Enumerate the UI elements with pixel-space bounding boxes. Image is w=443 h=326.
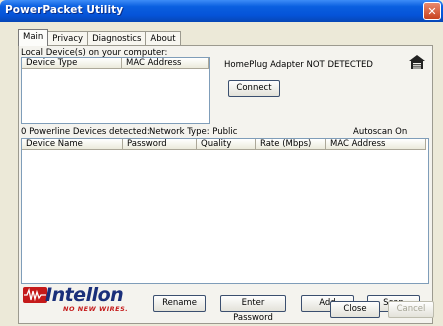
local-devices-header: Device Type MAC Address: [22, 58, 209, 69]
tab-diagnostics[interactable]: Diagnostics: [87, 31, 147, 46]
main-panel: Local Device(s) on your computer: Device…: [18, 45, 433, 324]
autoscan-status: Autoscan On: [353, 127, 408, 137]
window-title: PowerPacket Utility: [5, 4, 124, 16]
column-device-name[interactable]: Device Name: [22, 139, 123, 150]
logo-tagline: NO NEW WIRES.: [63, 305, 129, 313]
network-type: Network Type: Public: [149, 127, 238, 137]
adapter-status: HomePlug Adapter NOT DETECTED: [224, 60, 373, 70]
column-mac-address-2[interactable]: MAC Address: [326, 139, 426, 150]
window-body: Main Privacy Diagnostics About Local Dev…: [4, 22, 439, 325]
close-icon[interactable]: ✕: [423, 2, 441, 20]
logo-brand: Intellon: [45, 284, 124, 306]
intellon-logo: Intellon NO NEW WIRES.: [23, 284, 133, 315]
column-device-type[interactable]: Device Type: [22, 58, 122, 69]
powerline-devices-header: Device Name Password Quality Rate (Mbps)…: [22, 139, 426, 150]
enter-password-button[interactable]: Enter Password: [220, 295, 286, 323]
column-quality[interactable]: Quality: [197, 139, 256, 150]
house-network-icon: [409, 55, 425, 69]
close-button[interactable]: Close: [330, 301, 380, 318]
logo-waveform-icon: [23, 287, 47, 303]
tab-about[interactable]: About: [145, 31, 181, 46]
column-password[interactable]: Password: [123, 139, 197, 150]
tab-strip: Main Privacy Diagnostics About: [18, 29, 181, 46]
powerline-count: 0 Powerline Devices detected:: [21, 127, 150, 137]
local-devices-list[interactable]: Device Type MAC Address: [21, 57, 210, 124]
column-mac-address[interactable]: MAC Address: [122, 58, 209, 69]
column-rate[interactable]: Rate (Mbps): [256, 139, 326, 150]
powerline-devices-list[interactable]: Device Name Password Quality Rate (Mbps)…: [21, 138, 429, 284]
title-bar[interactable]: PowerPacket Utility ✕: [0, 0, 443, 22]
tab-main[interactable]: Main: [18, 29, 49, 46]
rename-button[interactable]: Rename: [153, 295, 206, 312]
connect-button[interactable]: Connect: [228, 80, 280, 97]
cancel-button[interactable]: Cancel: [388, 301, 434, 318]
tab-privacy[interactable]: Privacy: [47, 31, 89, 46]
